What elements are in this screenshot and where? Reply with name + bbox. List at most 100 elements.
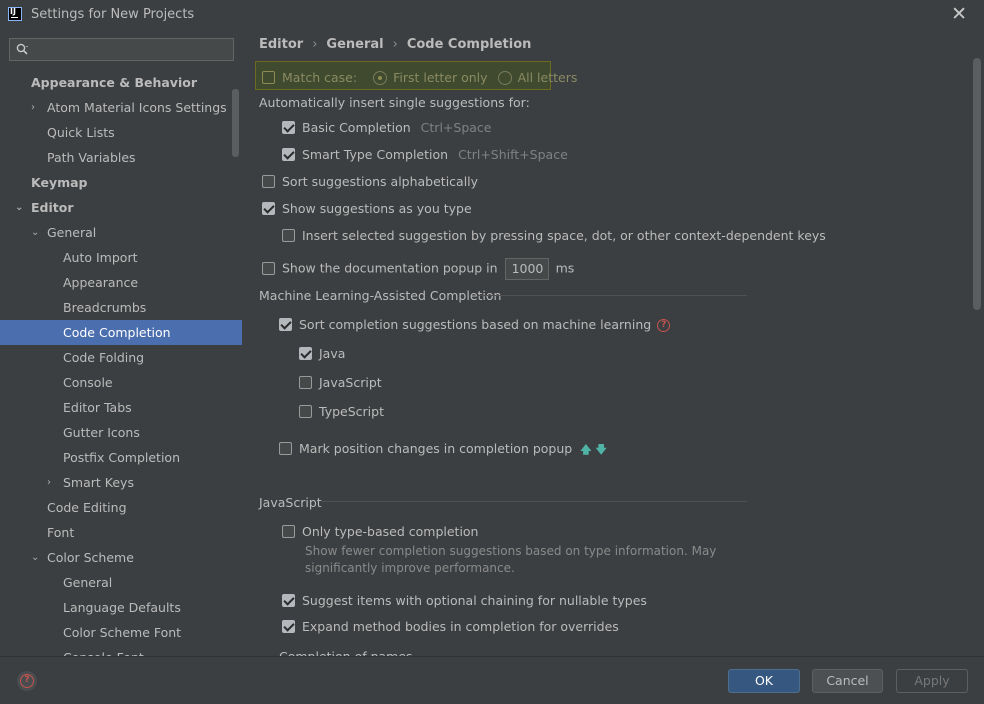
- breadcrumb-general[interactable]: General: [326, 37, 383, 52]
- sidebar-item-label: Quick Lists: [47, 125, 115, 140]
- sidebar-item-gutter-icons[interactable]: Gutter Icons: [0, 420, 242, 445]
- sidebar-item-editor[interactable]: ⌄ Editor: [0, 195, 242, 220]
- java-row: Java: [299, 345, 345, 363]
- sidebar-item-label: Color Scheme Font: [63, 625, 182, 640]
- sidebar-item-label: Breadcrumbs: [63, 300, 147, 315]
- chevron-right-icon: ›: [392, 37, 398, 52]
- type-based-label: Only type-based completion: [302, 524, 479, 539]
- js-section-divider: [322, 501, 747, 502]
- sidebar-item-label: Console: [63, 375, 113, 390]
- show-as-type-checkbox[interactable]: [262, 202, 275, 215]
- sidebar-item-label: Path Variables: [47, 150, 136, 165]
- help-button[interactable]: ?: [17, 671, 37, 691]
- sidebar-item-label: Editor: [31, 200, 74, 215]
- sidebar-item-general[interactable]: ⌄ General: [0, 220, 242, 245]
- optional-chaining-checkbox[interactable]: [282, 594, 295, 607]
- show-doc-checkbox[interactable]: [262, 261, 275, 275]
- sidebar-item-editor-tabs[interactable]: Editor Tabs: [0, 395, 242, 420]
- sort-alpha-label: Sort suggestions alphabetically: [282, 174, 479, 189]
- arrow-up-icon: 🡅: [580, 442, 592, 456]
- close-icon[interactable]: ✕: [951, 3, 967, 25]
- chevron-right-icon[interactable]: ›: [31, 95, 43, 120]
- optional-chaining-row: Suggest items with optional chaining for…: [282, 592, 647, 610]
- sidebar-item-general[interactable]: General: [0, 570, 242, 595]
- javascript-checkbox[interactable]: [299, 376, 312, 389]
- sidebar-item-breadcrumbs[interactable]: Breadcrumbs: [0, 295, 242, 320]
- sidebar-item-label: General: [63, 575, 113, 590]
- sidebar-item-label: Editor Tabs: [63, 400, 132, 415]
- ok-button[interactable]: OK: [728, 669, 800, 693]
- sidebar-item-label: Code Completion: [63, 325, 171, 340]
- chevron-down-icon[interactable]: ⌄: [31, 545, 43, 570]
- sidebar-item-keymap[interactable]: Keymap: [0, 170, 242, 195]
- mark-position-checkbox[interactable]: [279, 442, 292, 455]
- sidebar-item-label: General: [47, 225, 97, 240]
- java-checkbox[interactable]: [299, 347, 312, 360]
- optional-chaining-label: Suggest items with optional chaining for…: [302, 593, 647, 608]
- sidebar-item-font[interactable]: Font: [0, 520, 242, 545]
- show-as-type-label: Show suggestions as you type: [282, 201, 472, 216]
- sidebar-item-atom-material-icons-settings[interactable]: › Atom Material Icons Settings: [0, 95, 242, 120]
- title-bar: Settings for New Projects ✕: [0, 0, 984, 30]
- chevron-right-icon: ›: [312, 37, 318, 52]
- sidebar-item-code-editing[interactable]: Code Editing: [0, 495, 242, 520]
- settings-sidebar: Appearance & Behavior › Atom Material Icon…: [0, 30, 242, 656]
- all-letters-radio[interactable]: [497, 70, 512, 85]
- match-case-checkbox[interactable]: [262, 71, 275, 84]
- sidebar-item-appearance[interactable]: Appearance: [0, 270, 242, 295]
- doc-delay-input[interactable]: 1000: [504, 258, 549, 280]
- sort-alpha-row: Sort suggestions alphabetically: [262, 173, 478, 191]
- typescript-checkbox[interactable]: [299, 405, 312, 418]
- chevron-right-icon[interactable]: ›: [47, 470, 59, 495]
- match-case-row: Match case: First letter only All letters: [262, 69, 577, 87]
- sidebar-item-smart-keys[interactable]: › Smart Keys: [0, 470, 242, 495]
- help-icon: ?: [20, 674, 34, 688]
- completion-of-names-title: Completion of names: [279, 648, 413, 656]
- sidebar-item-color-scheme-font[interactable]: Color Scheme Font: [0, 620, 242, 645]
- sidebar-item-path-variables[interactable]: Path Variables: [0, 145, 242, 170]
- ml-section-title: Machine Learning-Assisted Completion: [259, 288, 502, 303]
- content-scrollbar[interactable]: [973, 58, 981, 310]
- expand-method-checkbox[interactable]: [282, 620, 295, 633]
- sidebar-item-label: Keymap: [31, 175, 88, 190]
- sidebar-item-label: Code Folding: [63, 350, 145, 365]
- type-based-desc-line1: Show fewer completion suggestions based …: [305, 544, 717, 558]
- sidebar-item-label: Language Defaults: [63, 600, 181, 615]
- sidebar-item-language-defaults[interactable]: Language Defaults: [0, 595, 242, 620]
- sidebar-item-console-font[interactable]: Console Font: [0, 645, 242, 656]
- sidebar-item-console[interactable]: Console: [0, 370, 242, 395]
- search-input[interactable]: [9, 38, 234, 61]
- sort-ml-checkbox[interactable]: [279, 318, 292, 331]
- first-letter-radio[interactable]: [373, 70, 388, 85]
- cancel-button[interactable]: Cancel: [812, 669, 883, 693]
- sidebar-item-quick-lists[interactable]: Quick Lists: [0, 120, 242, 145]
- sidebar-item-auto-import[interactable]: Auto Import: [0, 245, 242, 270]
- sidebar-item-color-scheme[interactable]: ⌄ Color Scheme: [0, 545, 242, 570]
- chevron-down-icon[interactable]: ⌄: [15, 195, 27, 220]
- sidebar-item-code-folding[interactable]: Code Folding: [0, 345, 242, 370]
- help-icon[interactable]: ?: [657, 319, 671, 332]
- sidebar-item-label: Postfix Completion: [63, 450, 180, 465]
- sidebar-item-label: Font: [47, 525, 75, 540]
- sort-alpha-checkbox[interactable]: [262, 175, 275, 188]
- basic-completion-label: Basic Completion: [302, 120, 411, 135]
- sidebar-item-appearance-behavior[interactable]: Appearance & Behavior: [0, 70, 242, 95]
- basic-completion-checkbox[interactable]: [282, 121, 295, 134]
- sidebar-item-code-completion[interactable]: Code Completion: [0, 320, 242, 345]
- breadcrumb-editor[interactable]: Editor: [259, 37, 303, 52]
- chevron-down-icon[interactable]: ⌄: [31, 220, 43, 245]
- insert-selected-label: Insert selected suggestion by pressing s…: [302, 228, 826, 243]
- insert-selected-checkbox[interactable]: [282, 229, 295, 242]
- sort-ml-row: Sort completion suggestions based on mac…: [279, 316, 671, 334]
- smart-type-checkbox[interactable]: [282, 148, 295, 161]
- sidebar-item-postfix-completion[interactable]: Postfix Completion: [0, 445, 242, 470]
- type-based-desc-line2: significantly improve performance.: [305, 561, 515, 575]
- apply-button[interactable]: Apply: [896, 669, 968, 693]
- window-title: Settings for New Projects: [31, 7, 195, 22]
- arrow-down-icon: 🡇: [595, 442, 607, 456]
- typescript-row: TypeScript: [299, 403, 384, 421]
- sidebar-scrollbar[interactable]: [232, 89, 239, 157]
- type-based-checkbox[interactable]: [282, 525, 295, 538]
- javascript-label: JavaScript: [319, 375, 382, 390]
- javascript-row: JavaScript: [299, 374, 382, 392]
